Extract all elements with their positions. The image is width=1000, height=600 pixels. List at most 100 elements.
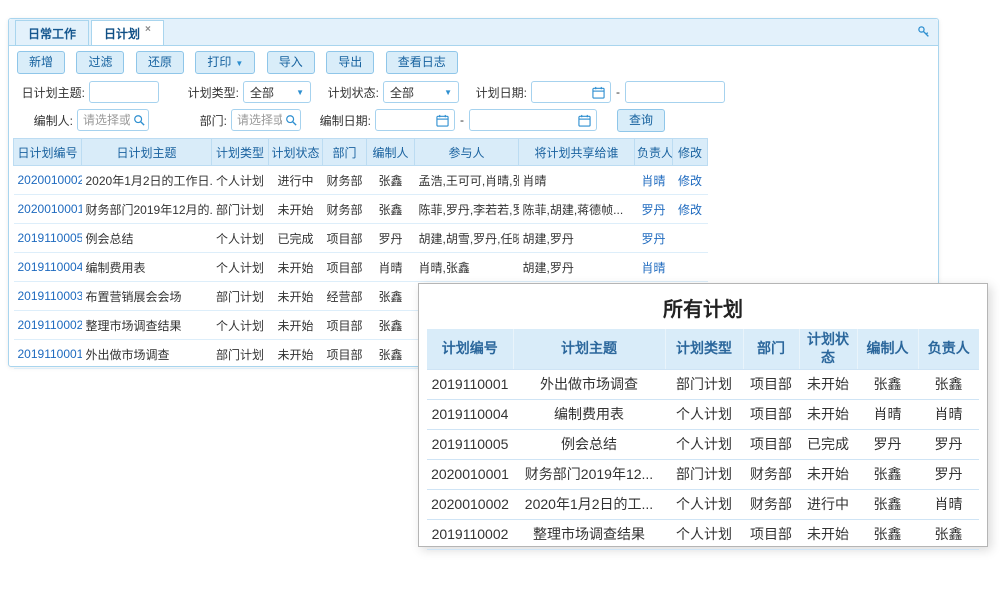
creator-cell: 张鑫 [367, 282, 415, 311]
owner-cell: 肖晴 [635, 166, 673, 195]
plan-no-link[interactable]: 2019110003 [18, 289, 82, 303]
plan-subject-cell: 编制费用表 [82, 253, 212, 282]
owner-cell: 张鑫 [918, 369, 979, 399]
popup-title: 所有计划 [419, 284, 987, 329]
owner-link[interactable]: 肖晴 [641, 174, 665, 188]
range-separator: - [616, 85, 620, 99]
creator-cell: 张鑫 [367, 340, 415, 369]
column-header: 部门 [323, 139, 367, 166]
plan-no-link[interactable]: 2019110002 [18, 318, 82, 332]
create-date-end-input[interactable] [469, 109, 597, 131]
column-header: 编制人 [857, 329, 918, 369]
owner-cell: 肖晴 [635, 253, 673, 282]
plan-type-cell: 个人计划 [665, 519, 743, 549]
filter-button[interactable]: 过滤 [76, 51, 124, 74]
plan-no-cell: 2019110004 [14, 253, 82, 282]
create-date-start-input[interactable] [375, 109, 455, 131]
department-cell: 项目部 [323, 224, 367, 253]
modify-cell [673, 224, 708, 253]
plan-subject-cell: 例会总结 [513, 429, 665, 459]
plan-no-cell: 2019110005 [427, 429, 513, 459]
table-row[interactable]: 2019110005例会总结个人计划已完成项目部罗丹胡建,胡雪,罗丹,任晓...… [14, 224, 708, 253]
close-icon[interactable]: × [145, 24, 151, 35]
print-button[interactable]: 打印▼ [195, 51, 255, 74]
import-button[interactable]: 导入 [267, 51, 315, 74]
plan-status-select[interactable]: 全部 ▼ [383, 81, 459, 103]
key-icon[interactable] [917, 25, 930, 38]
department-cell: 财务部 [743, 459, 799, 489]
creator-search [77, 109, 149, 131]
creator-cell: 张鑫 [367, 311, 415, 340]
table-row[interactable]: 2019110005例会总结个人计划项目部已完成罗丹罗丹 [427, 429, 979, 459]
column-header: 计划类型 [665, 329, 743, 369]
plan-type-select[interactable]: 全部 ▼ [243, 81, 311, 103]
query-button[interactable]: 查询 [617, 109, 665, 132]
plan-no-link[interactable]: 2019110005 [18, 231, 82, 245]
tab-daily-work[interactable]: 日常工作 [15, 20, 89, 45]
chevron-down-icon: ▼ [235, 59, 243, 68]
all-plans-popup: 所有计划 计划编号 计划主题 计划类型 部门 计划状态 编制人 负责人 2019… [418, 283, 988, 547]
table-row[interactable]: 20200100022020年1月2日的工作日...个人计划进行中财务部张鑫孟浩… [14, 166, 708, 195]
plan-no-link[interactable]: 2020010002 [18, 173, 82, 187]
modify-cell: 修改 [673, 195, 708, 224]
table-row[interactable]: 2020010001财务部门2019年12月的...部门计划未开始财务部张鑫陈菲… [14, 195, 708, 224]
plan-no-cell: 2019110003 [14, 282, 82, 311]
plan-no-cell: 2020010002 [427, 489, 513, 519]
export-button[interactable]: 导出 [326, 51, 374, 74]
plan-status-cell: 未开始 [269, 311, 323, 340]
plan-status-cell: 未开始 [269, 253, 323, 282]
plan-no-link[interactable]: 2019110001 [18, 347, 82, 361]
column-header: 修改 [673, 139, 708, 166]
plan-type-cell: 个人计划 [212, 311, 269, 340]
table-row[interactable]: 2019110004编制费用表个人计划未开始项目部肖晴肖晴,张鑫胡建,罗丹肖晴 [14, 253, 708, 282]
tab-daily-plan[interactable]: 日计划 × [91, 20, 164, 45]
table-row[interactable]: 20200100022020年1月2日的工...个人计划财务部进行中张鑫肖晴 [427, 489, 979, 519]
owner-cell: 张鑫 [918, 519, 979, 549]
plan-status-cell: 未开始 [269, 340, 323, 369]
owner-cell: 罗丹 [635, 224, 673, 253]
plan-subject-cell: 外出做市场调查 [82, 340, 212, 369]
table-header-row: 计划编号 计划主题 计划类型 部门 计划状态 编制人 负责人 [427, 329, 979, 369]
select-value: 全部 [250, 84, 274, 101]
table-header-row: 日计划编号 日计划主题 计划类型 计划状态 部门 编制人 参与人 将计划共享给谁… [14, 139, 708, 166]
plan-date-label: 计划日期: [469, 84, 527, 101]
desktop: 日常工作 日计划 × 新增 过滤 还原 打印▼ 导入 导出 查看日志 日计划主 [0, 0, 1000, 600]
search-icon [285, 114, 297, 126]
table-row[interactable]: 2019110002整理市场调查结果个人计划项目部未开始张鑫张鑫 [427, 519, 979, 549]
creator-cell: 张鑫 [367, 166, 415, 195]
plan-subject-label: 日计划主题: [13, 84, 85, 101]
all-plans-table: 计划编号 计划主题 计划类型 部门 计划状态 编制人 负责人 201911000… [427, 329, 979, 550]
plan-subject-input[interactable] [89, 81, 159, 103]
plan-status-cell: 已完成 [269, 224, 323, 253]
table-row[interactable]: 2020010001财务部门2019年12...部门计划财务部未开始张鑫罗丹 [427, 459, 979, 489]
plan-type-cell: 个人计划 [665, 399, 743, 429]
owner-cell: 肖晴 [918, 489, 979, 519]
column-header: 计划状态 [269, 139, 323, 166]
plan-no-link[interactable]: 2019110004 [18, 260, 82, 274]
creator-cell: 罗丹 [857, 429, 918, 459]
plan-subject-cell: 整理市场调查结果 [82, 311, 212, 340]
modify-link[interactable]: 修改 [678, 174, 702, 188]
plan-no-link[interactable]: 2020010001 [18, 202, 82, 216]
department-cell: 项目部 [743, 519, 799, 549]
table-row[interactable]: 2019110001外出做市场调查部门计划项目部未开始张鑫张鑫 [427, 369, 979, 399]
owner-link[interactable]: 罗丹 [641, 203, 665, 217]
owner-link[interactable]: 罗丹 [641, 232, 665, 246]
plan-no-cell: 2019110002 [427, 519, 513, 549]
calendar-icon [436, 114, 449, 127]
plan-status-cell: 未开始 [799, 519, 857, 549]
plan-date-end-input[interactable] [625, 81, 725, 103]
plan-subject-cell: 例会总结 [82, 224, 212, 253]
modify-link[interactable]: 修改 [678, 203, 702, 217]
restore-button[interactable]: 还原 [136, 51, 184, 74]
participants-cell: 肖晴,张鑫 [415, 253, 519, 282]
table-row[interactable]: 2019110004编制费用表个人计划项目部未开始肖晴肖晴 [427, 399, 979, 429]
add-button[interactable]: 新增 [17, 51, 65, 74]
view-log-button[interactable]: 查看日志 [386, 51, 458, 74]
owner-link[interactable]: 肖晴 [641, 261, 665, 275]
plan-subject-cell: 布置营销展会会场 [82, 282, 212, 311]
plan-date-start-input[interactable] [531, 81, 611, 103]
plan-status-cell: 未开始 [799, 459, 857, 489]
column-header: 负责人 [918, 329, 979, 369]
column-header: 计划编号 [427, 329, 513, 369]
